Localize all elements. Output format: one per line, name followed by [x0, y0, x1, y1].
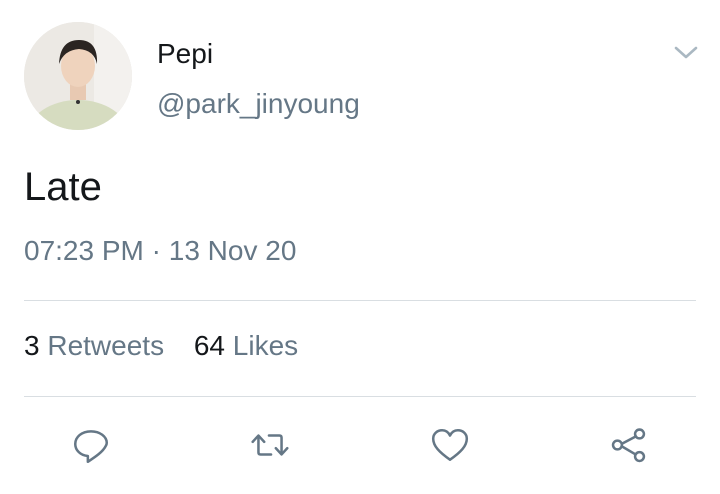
retweets-label: Retweets	[47, 330, 165, 361]
retweets-count: 3	[24, 330, 40, 361]
tweet-timestamp[interactable]: 07:23 PM · 13 Nov 20	[24, 235, 296, 267]
tweet-date: 13 Nov 20	[168, 235, 297, 266]
tweet-text: Late	[24, 165, 102, 209]
engagement-stats: 3 Retweets 64 Likes	[24, 330, 320, 362]
meta-separator: ·	[151, 235, 161, 266]
retweet-icon	[251, 434, 289, 456]
reply-button[interactable]	[66, 420, 116, 470]
share-icon	[611, 428, 646, 463]
divider	[24, 396, 696, 397]
avatar[interactable]	[24, 22, 132, 130]
tweet-time: 07:23 PM	[24, 235, 144, 266]
like-icon	[431, 429, 469, 461]
likes-stat[interactable]: 64 Likes	[194, 330, 298, 362]
divider	[24, 300, 696, 301]
reply-icon	[73, 430, 109, 464]
display-name[interactable]: Pepi	[157, 38, 213, 70]
retweet-button[interactable]	[245, 420, 295, 470]
retweets-stat[interactable]: 3 Retweets	[24, 330, 164, 362]
likes-label: Likes	[232, 330, 299, 361]
share-button[interactable]	[604, 420, 654, 470]
likes-count: 64	[193, 330, 226, 361]
chevron-down-icon[interactable]	[672, 40, 700, 64]
handle[interactable]: @park_jinyoung	[157, 88, 360, 120]
like-button[interactable]	[425, 420, 475, 470]
avatar-image	[24, 22, 132, 130]
